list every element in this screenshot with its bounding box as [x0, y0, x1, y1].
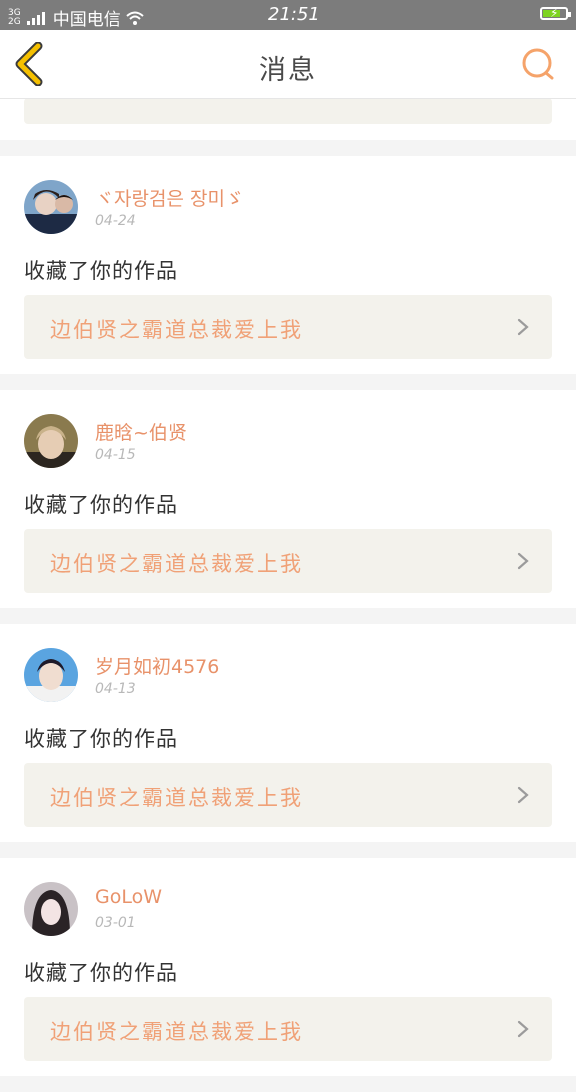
message-action: 收藏了你的作品 [24, 259, 178, 283]
message-card: 岁月如初4576 04-13 收藏了你的作品 边伯贤之霸道总裁爱上我 [0, 624, 576, 842]
chevron-right-icon [517, 318, 529, 336]
status-bar: 3G 2G 中国电信 21:51 ⚡ [0, 0, 576, 30]
message-action: 收藏了你的作品 [24, 493, 178, 517]
status-left: 3G 2G 中国电信 [8, 5, 145, 30]
work-title: 边伯贤之霸道总裁爱上我 [50, 318, 303, 342]
work-title: 边伯贤之霸道总裁爱上我 [50, 552, 303, 576]
page-title: 消息 [259, 55, 317, 86]
username[interactable]: 鹿晗~伯贤 [95, 418, 187, 445]
wifi-icon [126, 11, 144, 25]
partial-message-card [0, 98, 576, 140]
avatar[interactable] [24, 414, 78, 468]
work-link[interactable]: 边伯贤之霸道总裁爱上我 [24, 295, 552, 359]
work-link[interactable]: 边伯贤之霸道总裁爱上我 [24, 997, 552, 1061]
network-type: 3G 2G [8, 8, 21, 27]
partial-work-link[interactable] [24, 98, 552, 124]
work-title: 边伯贤之霸道总裁爱上我 [50, 786, 303, 810]
signal-icon [26, 11, 45, 25]
chevron-right-icon [517, 1020, 529, 1038]
message-list[interactable]: ヾ자랑검은 장미ゞ 04-24 收藏了你的作品 边伯贤之霸道总裁爱上我 鹿晗~伯… [0, 98, 576, 1092]
search-button[interactable] [520, 46, 556, 82]
message-action: 收藏了你的作品 [24, 961, 178, 985]
work-link[interactable]: 边伯贤之霸道总裁爱上我 [24, 763, 552, 827]
message-date: 04-13 [95, 681, 136, 697]
message-date: 04-24 [95, 213, 136, 229]
chevron-right-icon [517, 552, 529, 570]
search-icon [522, 48, 554, 80]
username[interactable]: 岁月如初4576 [95, 652, 219, 679]
carrier-name: 中国电信 [52, 10, 121, 30]
network-bottom: 2G [8, 16, 21, 27]
message-card: ヾ자랑검은 장미ゞ 04-24 收藏了你的作品 边伯贤之霸道总裁爱上我 [0, 156, 576, 374]
avatar[interactable] [24, 180, 78, 234]
work-link[interactable]: 边伯贤之霸道总裁爱上我 [24, 529, 552, 593]
message-date: 04-15 [95, 447, 136, 463]
username[interactable]: GoLoW [95, 886, 162, 908]
username[interactable]: ヾ자랑검은 장미ゞ [95, 184, 244, 211]
clock: 21:51 [268, 4, 320, 25]
chevron-right-icon [517, 786, 529, 804]
message-action: 收藏了你的作品 [24, 727, 178, 751]
message-card: GoLoW 03-01 收藏了你的作品 边伯贤之霸道总裁爱上我 [0, 858, 576, 1076]
avatar[interactable] [24, 882, 78, 936]
work-title: 边伯贤之霸道总裁爱上我 [50, 1020, 303, 1044]
battery-icon: ⚡ [540, 6, 571, 20]
message-card: 鹿晗~伯贤 04-15 收藏了你的作品 边伯贤之霸道总裁爱上我 [0, 390, 576, 608]
message-date: 03-01 [95, 915, 136, 931]
avatar[interactable] [24, 648, 78, 702]
nav-bar: 消息 [0, 30, 576, 99]
